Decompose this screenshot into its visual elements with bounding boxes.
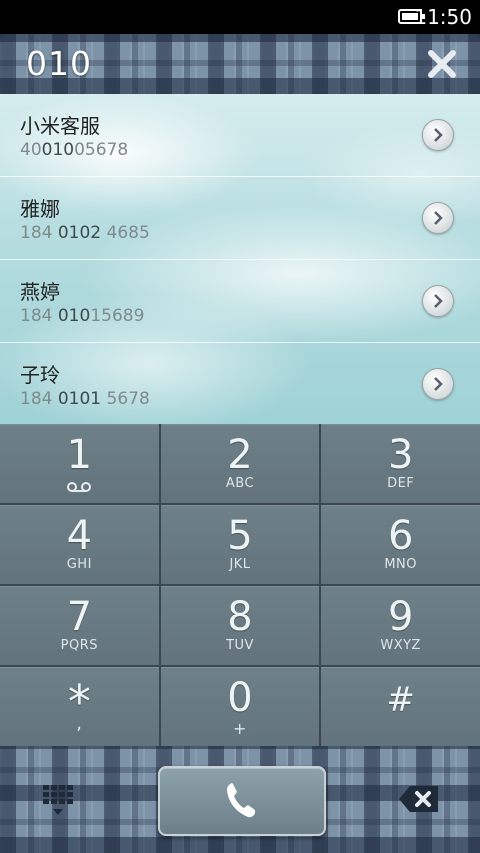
key-8[interactable]: 8 TUV — [160, 586, 320, 665]
call-button[interactable] — [158, 766, 326, 836]
phone-icon — [227, 783, 255, 818]
number-match: 010 — [41, 140, 75, 160]
key-0[interactable]: 0 + — [160, 667, 320, 746]
key-4[interactable]: 4 GHI — [0, 505, 159, 584]
contact-result-row[interactable]: 燕婷 184 01015689 — [0, 260, 480, 343]
contact-number: 184 01015689 — [20, 306, 145, 326]
contact-result-row[interactable]: 子玲 184 0101 5678 — [0, 343, 480, 424]
typed-digits[interactable]: 010 — [26, 44, 92, 83]
key-star[interactable]: * , — [0, 667, 159, 746]
backspace-icon[interactable] — [398, 784, 440, 814]
status-bar: 11:50 — [0, 0, 480, 34]
contact-result-row[interactable]: 雅娜 184 0102 4685 — [0, 177, 480, 260]
close-icon[interactable] — [426, 48, 458, 80]
contact-result-row[interactable]: 小米客服 4001005678 — [0, 94, 480, 177]
voicemail-icon — [66, 478, 92, 497]
contact-number: 184 0102 4685 — [20, 223, 150, 243]
status-time: 11:50 — [414, 5, 472, 29]
contact-name: 雅娜 — [20, 197, 60, 221]
number-match: 010 — [57, 306, 91, 326]
chevron-right-icon[interactable] — [422, 368, 454, 400]
key-5[interactable]: 5 JKL — [160, 505, 320, 584]
key-7[interactable]: 7 PQRS — [0, 586, 159, 665]
dialer-header: 010 — [0, 34, 480, 94]
contact-name: 子玲 — [20, 363, 60, 387]
key-hash[interactable]: # — [321, 667, 480, 746]
chevron-right-icon[interactable] — [422, 119, 454, 151]
key-2[interactable]: 2 ABC — [160, 424, 320, 503]
key-3[interactable]: 3 DEF — [321, 424, 480, 503]
contact-number: 184 0101 5678 — [20, 389, 150, 409]
chevron-right-icon[interactable] — [422, 285, 454, 317]
chevron-right-icon[interactable] — [422, 202, 454, 234]
contact-name: 小米客服 — [20, 114, 100, 138]
number-match: 0101 — [57, 389, 102, 409]
key-6[interactable]: 6 MNO — [321, 505, 480, 584]
dialpad-icon[interactable] — [42, 784, 74, 818]
dial-keypad: 1 2 ABC 3 DEF 4 GHI 5 JKL 6 MNO 7 PQRS 8… — [0, 424, 480, 746]
contact-results-list: 小米客服 4001005678 雅娜 184 0102 4685 燕婷 184 … — [0, 94, 480, 424]
contact-name: 燕婷 — [20, 280, 60, 304]
dialer-action-bar — [0, 746, 480, 853]
key-9[interactable]: 9 WXYZ — [321, 586, 480, 665]
number-match: 0102 — [57, 223, 102, 243]
key-1[interactable]: 1 — [0, 424, 159, 503]
contact-number: 4001005678 — [20, 140, 129, 160]
